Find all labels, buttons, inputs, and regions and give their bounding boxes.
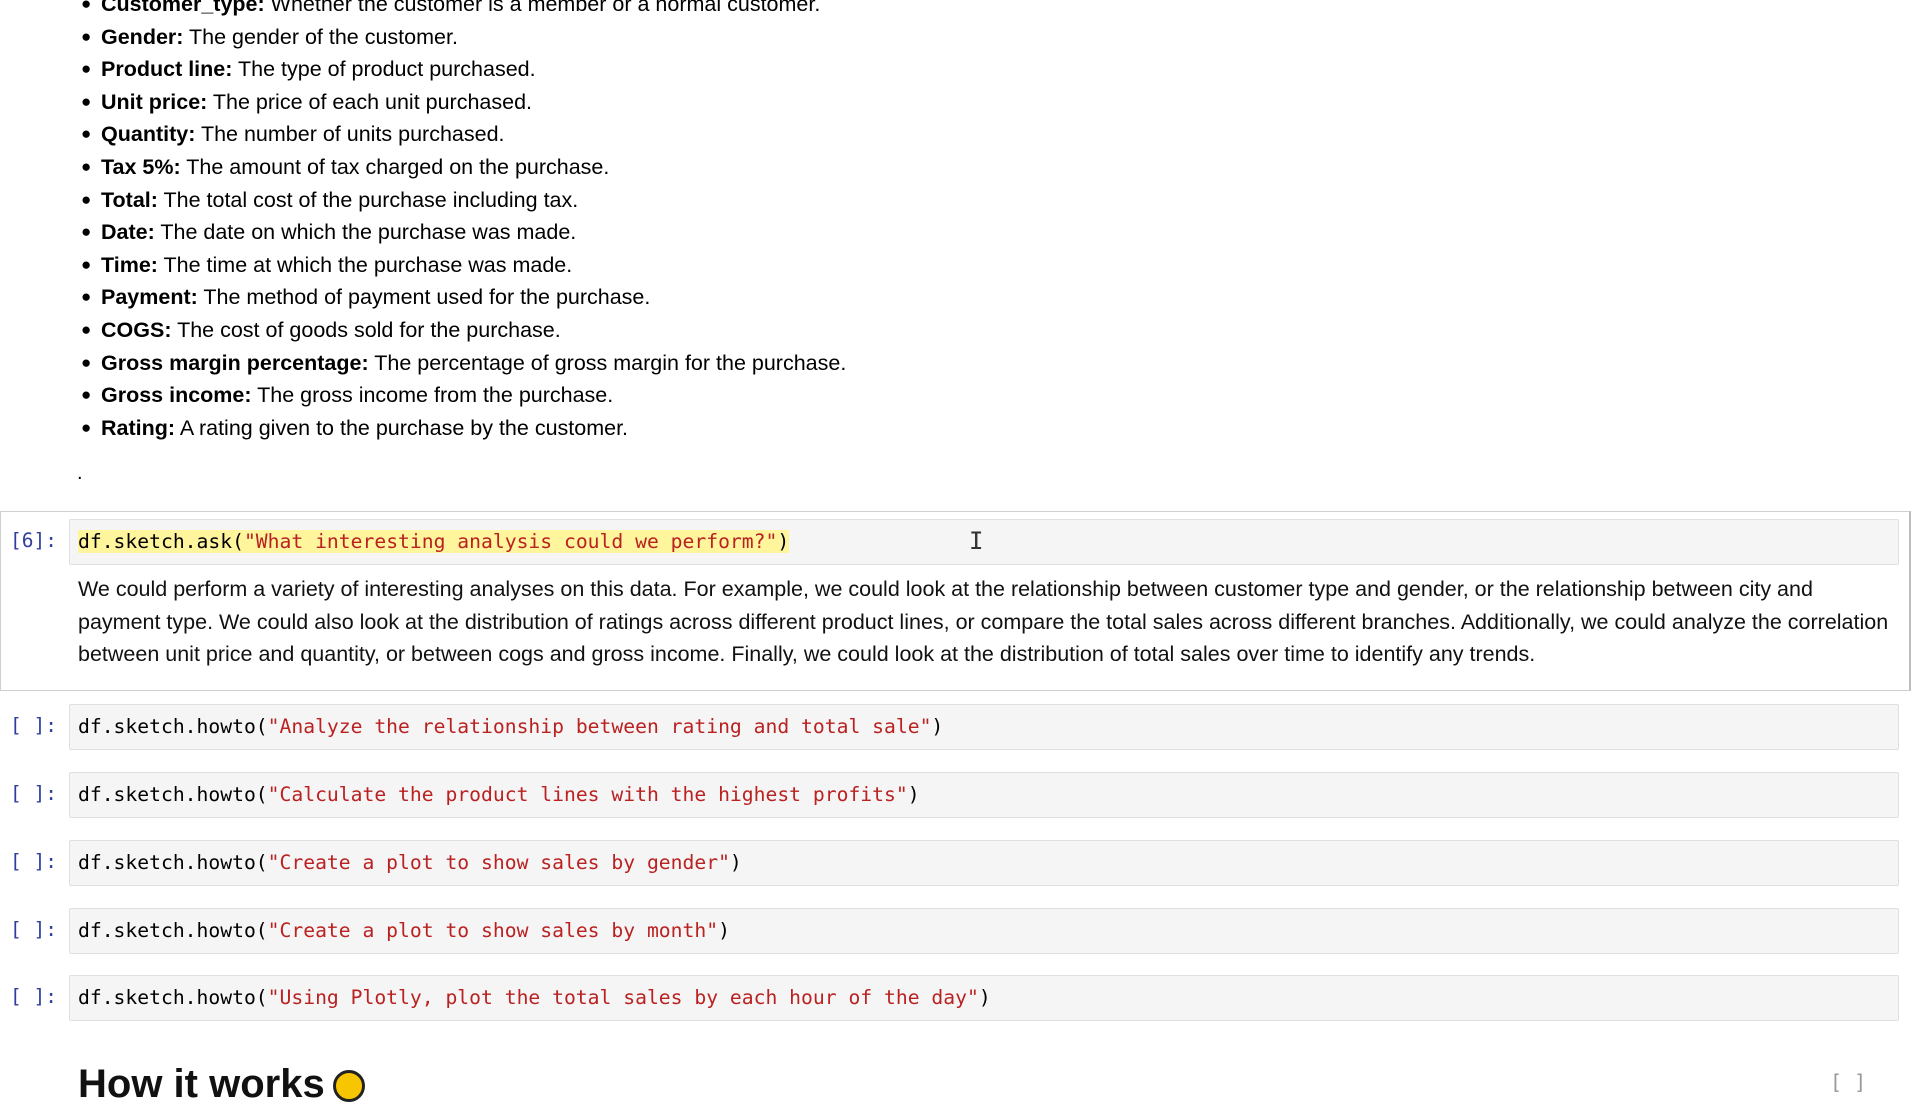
list-item: ● COGS: The cost of goods sold for the pu… [81, 317, 561, 342]
code-input[interactable]: df.sketch.howto("Using Plotly, plot the … [69, 975, 1899, 1021]
list-item: ● Time: The time at which the purchase wa… [81, 252, 573, 277]
list-item: ● Product line: The type of product purch… [81, 57, 536, 82]
list-item: ● Total: The total cost of the purchase i… [81, 187, 579, 212]
code-text[interactable]: df.sketch.howto("Analyze the relationshi… [78, 705, 943, 749]
list-item: ● Unit price: The price of each unit purc… [81, 89, 533, 114]
cell-output: We could perform a variety of interestin… [78, 577, 1889, 667]
list-item: ● Rating: A rating given to the purchase … [81, 415, 629, 440]
code-text[interactable]: df.sketch.ask("What interesting analysis… [78, 520, 790, 564]
cell-prompt: [ ]: [10, 985, 57, 1008]
cell-prompt: [ ] [1830, 1070, 1867, 1094]
column-description-list: ● Customer_type: Whether the customer is … [81, 0, 847, 444]
code-text[interactable]: df.sketch.howto("Create a plot to show s… [78, 909, 730, 953]
list-item: ● Date: The date on which the purchase wa… [81, 220, 577, 245]
list-item: ● Tax 5%: The amount of tax charged on th… [81, 154, 610, 179]
text-cursor-icon: I [969, 527, 984, 555]
cell-prompt: [ ]: [10, 782, 57, 805]
code-text[interactable]: df.sketch.howto("Calculate the product l… [78, 773, 920, 817]
cell-prompt: [ ]: [10, 850, 57, 873]
section-heading: How it works [78, 1062, 365, 1107]
code-input[interactable]: df.sketch.howto("Calculate the product l… [69, 772, 1899, 818]
list-item: ● Gross margin percentage: The percentage… [81, 350, 847, 375]
list-item: ● Gender: The gender of the customer. [81, 24, 458, 49]
list-item: ● Customer_type: Whether the customer is … [81, 0, 821, 16]
code-input[interactable]: df.sketch.howto("Create a plot to show s… [69, 840, 1899, 886]
list-item: ● Payment: The method of payment used for… [81, 285, 651, 310]
code-input[interactable]: df.sketch.howto("Analyze the relationshi… [69, 704, 1899, 750]
list-item: ● Gross income: The gross income from the… [81, 383, 614, 408]
code-text[interactable]: df.sketch.howto("Create a plot to show s… [78, 841, 742, 885]
cell-prompt: [ ]: [10, 714, 57, 737]
code-input[interactable]: df.sketch.howto("Create a plot to show s… [69, 908, 1899, 954]
cell-prompt: [6]: [10, 529, 57, 552]
lightbulb-icon [332, 1070, 365, 1103]
cell-prompt: [ ]: [10, 918, 57, 941]
markdown-trailing-dot: . [77, 462, 83, 484]
code-input[interactable]: df.sketch.ask("What interesting analysis… [69, 519, 1899, 565]
list-item: ● Quantity: The number of units purchased… [81, 122, 505, 147]
code-text[interactable]: df.sketch.howto("Using Plotly, plot the … [78, 976, 991, 1020]
